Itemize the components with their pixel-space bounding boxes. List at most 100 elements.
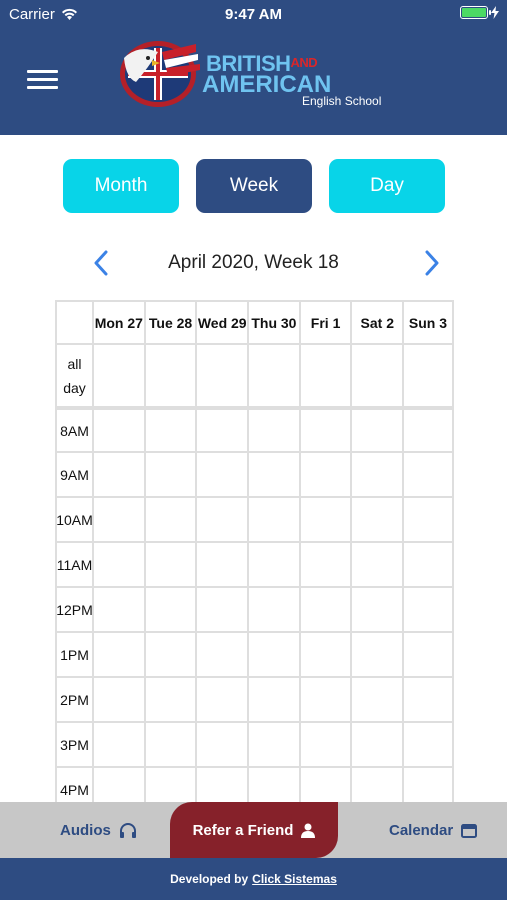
calendar-slot[interactable] [92, 345, 144, 406]
calendar-slot[interactable] [350, 410, 402, 451]
week-view-button[interactable]: Week [196, 159, 312, 213]
hour-row: 3PM [55, 723, 454, 768]
calendar-slot[interactable] [92, 543, 144, 586]
day-header: Tue 28 [143, 302, 196, 343]
calendar-slot[interactable] [402, 678, 454, 721]
calendar-slot[interactable] [298, 410, 351, 451]
calendar-slot[interactable] [92, 453, 144, 496]
day-header: Mon 27 [92, 302, 144, 343]
calendar-slot[interactable] [195, 723, 247, 766]
app-screen: Carrier 9:47 AM BRITISHAND AMERICAN Engl… [0, 0, 507, 900]
calendar-slot[interactable] [298, 588, 351, 631]
calendar-slot[interactable] [350, 543, 402, 586]
calendar-slot[interactable] [298, 498, 351, 541]
calendar-slot[interactable] [92, 410, 144, 451]
developer-link[interactable]: Click Sistemas [252, 872, 337, 886]
tab-calendar[interactable]: Calendar [389, 802, 478, 858]
calendar-slot[interactable] [195, 498, 247, 541]
calendar-slot[interactable] [143, 588, 196, 631]
calendar-slot[interactable] [350, 723, 402, 766]
calendar-slot[interactable] [247, 678, 299, 721]
calendar-slot[interactable] [143, 498, 196, 541]
hour-label: 9AM [55, 453, 92, 496]
tab-refer-label: Refer a Friend [192, 821, 294, 839]
calendar-slot[interactable] [402, 633, 454, 676]
tab-audios-label: Audios [60, 821, 111, 839]
calendar-slot[interactable] [402, 410, 454, 451]
user-icon [301, 823, 316, 838]
day-header: Sun 3 [402, 302, 454, 343]
calendar-slot[interactable] [247, 633, 299, 676]
calendar-slot[interactable] [247, 410, 299, 451]
calendar-icon [461, 823, 478, 838]
calendar-slot[interactable] [195, 588, 247, 631]
calendar-slot[interactable] [402, 723, 454, 766]
calendar-slot[interactable] [143, 678, 196, 721]
calendar-slot[interactable] [350, 588, 402, 631]
headphones-icon [119, 823, 136, 838]
calendar-slot[interactable] [402, 543, 454, 586]
calendar-slot[interactable] [143, 633, 196, 676]
calendar-slot[interactable] [195, 543, 247, 586]
month-view-button[interactable]: Month [63, 159, 179, 213]
calendar-slot[interactable] [247, 498, 299, 541]
menu-icon[interactable] [27, 70, 58, 90]
footer: Developed by Click Sistemas [0, 858, 507, 900]
calendar-slot[interactable] [195, 453, 247, 496]
hour-label: 10AM [55, 498, 92, 541]
status-time: 9:47 AM [225, 6, 282, 23]
next-week-chevron-icon[interactable] [422, 250, 442, 276]
calendar-slot[interactable] [143, 453, 196, 496]
calendar-slot[interactable] [402, 453, 454, 496]
hour-row: 11AM [55, 543, 454, 588]
calendar-slot[interactable] [195, 633, 247, 676]
calendar-slot[interactable] [92, 633, 144, 676]
calendar-slot[interactable] [350, 678, 402, 721]
header: Carrier 9:47 AM BRITISHAND AMERICAN Engl… [0, 0, 507, 135]
calendar-slot[interactable] [298, 723, 351, 766]
day-view-button[interactable]: Day [329, 159, 445, 213]
calendar-slot[interactable] [247, 588, 299, 631]
calendar-slot[interactable] [92, 498, 144, 541]
calendar-slot[interactable] [247, 543, 299, 586]
eagle-flag-logo-icon [120, 41, 200, 107]
calendar-slot[interactable] [350, 345, 402, 406]
calendar-slot[interactable] [402, 498, 454, 541]
calendar-slot[interactable] [247, 345, 299, 406]
tab-audios[interactable]: Audios [60, 802, 137, 858]
hour-label: 11AM [55, 543, 92, 586]
calendar-slot[interactable] [195, 410, 247, 451]
calendar-slot[interactable] [402, 345, 454, 406]
calendar-slot[interactable] [298, 345, 351, 406]
calendar-slot[interactable] [247, 723, 299, 766]
calendar-slot[interactable] [402, 588, 454, 631]
footer-prefix: Developed by [170, 872, 249, 886]
calendar-slot[interactable] [298, 453, 351, 496]
week-title: April 2020, Week 18 [168, 252, 339, 273]
calendar-slot[interactable] [350, 453, 402, 496]
calendar-slot[interactable] [298, 678, 351, 721]
calendar-slot[interactable] [298, 633, 351, 676]
calendar-slot[interactable] [298, 543, 351, 586]
calendar-slot[interactable] [143, 723, 196, 766]
calendar-slot[interactable] [143, 410, 196, 451]
battery-indicator [460, 6, 499, 19]
previous-week-chevron-icon[interactable] [91, 250, 111, 276]
hour-label: 1PM [55, 633, 92, 676]
charging-bolt-icon [491, 6, 499, 19]
calendar-slot[interactable] [143, 345, 196, 406]
tab-refer-a-friend[interactable]: Refer a Friend [170, 802, 338, 858]
hour-label: 2PM [55, 678, 92, 721]
calendar-slot[interactable] [195, 345, 247, 406]
calendar-slot[interactable] [92, 723, 144, 766]
day-header: Wed 29 [195, 302, 247, 343]
calendar-slot[interactable] [143, 543, 196, 586]
calendar-slot[interactable] [350, 498, 402, 541]
calendar-slot[interactable] [195, 678, 247, 721]
calendar-slot[interactable] [92, 678, 144, 721]
calendar-slot[interactable] [92, 588, 144, 631]
calendar-slot[interactable] [350, 633, 402, 676]
corner-cell [55, 302, 92, 343]
school-logo: BRITISHAND AMERICAN English School [118, 38, 393, 110]
calendar-slot[interactable] [247, 453, 299, 496]
